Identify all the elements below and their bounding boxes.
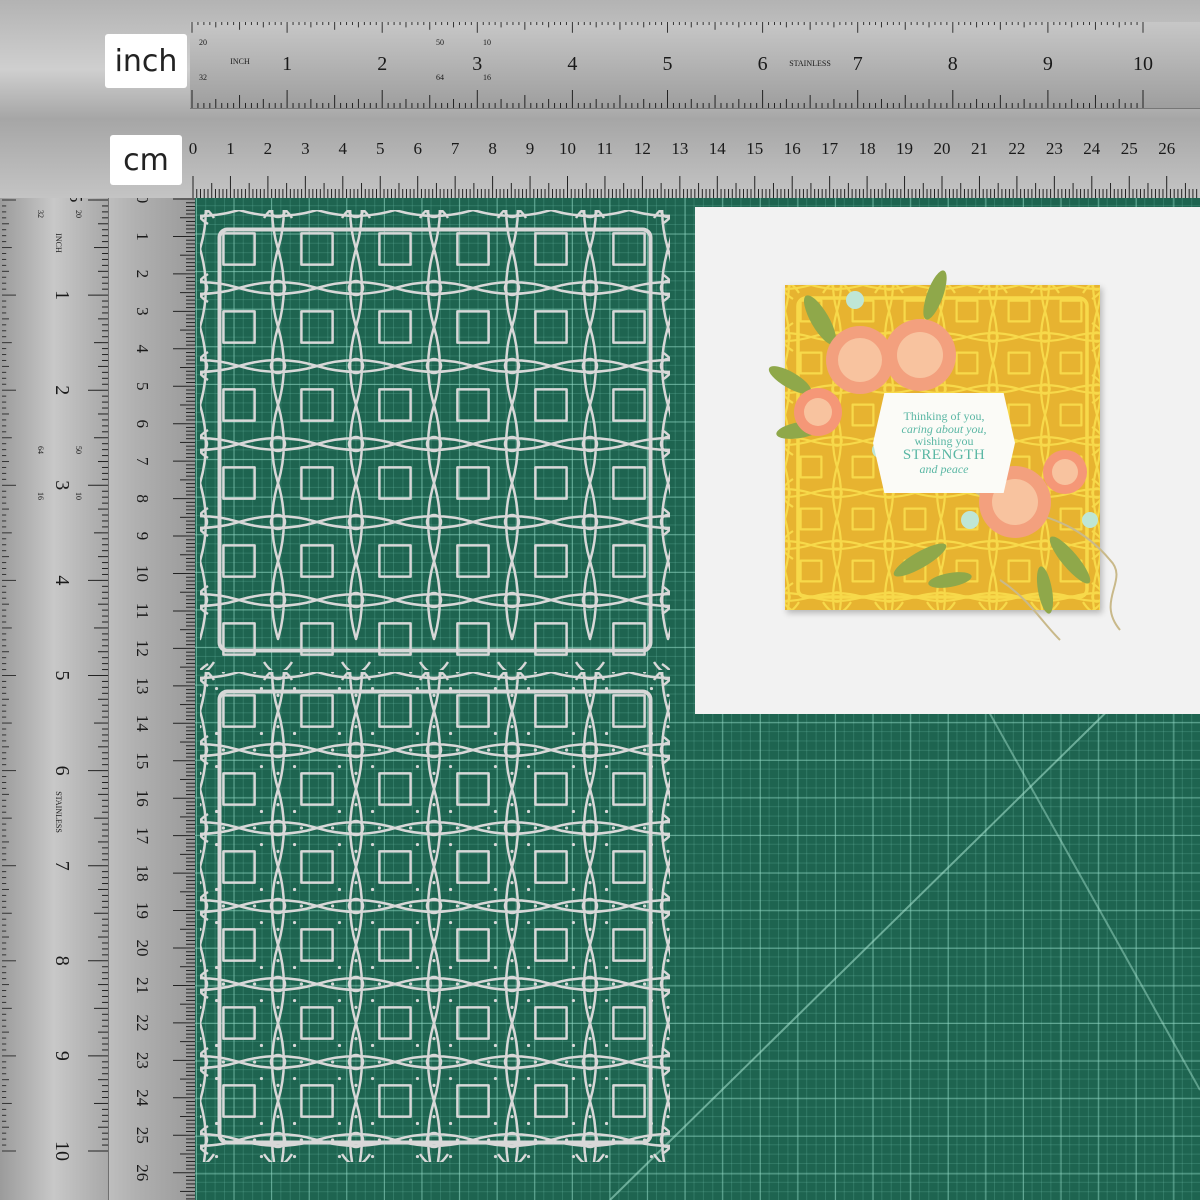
sentiment-line-3: wishing you (914, 434, 974, 449)
flower-decorations (768, 270, 1121, 641)
product-scene: 0 1 2 3 4 5 6 7 8 9 10 11 12 13 14 15 16 17 18 19 20 21 22 23 24… (0, 0, 1200, 1200)
sentiment-line-5: and peace (919, 462, 969, 477)
sentiment-line-4: STRENGTH (902, 446, 986, 463)
sentiment-line-1: Thinking of you, (903, 408, 985, 423)
card-sentiment-label: Thinking of you, caring about you, wishi… (873, 393, 1015, 493)
